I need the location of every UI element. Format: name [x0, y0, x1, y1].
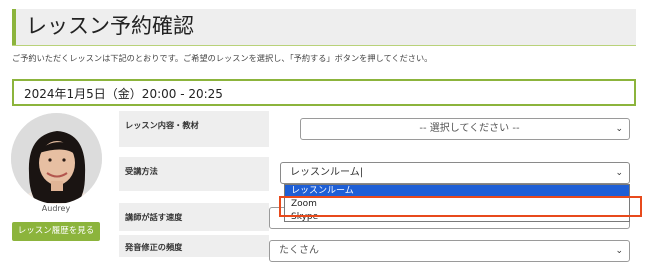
lesson-method-value: レッスンルーム	[290, 167, 360, 178]
lesson-datetime: 2024年1月5日（金）20:00 - 20:25	[24, 87, 223, 101]
lesson-content-label: レッスン内容・教材	[119, 111, 269, 147]
zoom-option-highlight	[279, 196, 642, 217]
lesson-history-button[interactable]: レッスン履歴を見る	[12, 222, 100, 241]
title-accent-bar	[12, 9, 16, 45]
intro-text: ご予約いただくレッスンは下記のとおりです。ご希望のレッスンを選択し、「予約する」…	[12, 53, 433, 63]
title-underline	[12, 45, 636, 46]
lesson-method-select[interactable]: レッスンルーム| ⌄	[280, 162, 630, 184]
speaking-speed-label: 講師が話す速度	[119, 203, 269, 231]
lesson-content-select[interactable]: -- 選択してください -- ⌄	[300, 118, 630, 140]
teacher-name: Audrey	[41, 204, 71, 213]
page-title: レッスン予約確認	[26, 14, 194, 38]
chevron-down-icon: ⌄	[615, 246, 623, 256]
teacher-avatar	[11, 113, 102, 204]
chevron-down-icon: ⌄	[615, 124, 623, 134]
chevron-down-icon: ⌄	[615, 168, 623, 178]
lesson-method-label: 受講方法	[119, 157, 269, 191]
pronunciation-frequency-select[interactable]: たくさん ⌄	[269, 240, 630, 262]
pronunciation-frequency-label: 発音修正の頻度	[119, 235, 269, 257]
lesson-datetime-box: 2024年1月5日（金）20:00 - 20:25	[12, 79, 636, 106]
teacher-photo	[11, 113, 102, 204]
lesson-content-value: -- 選択してください --	[419, 123, 520, 134]
pronunciation-frequency-value: たくさん	[279, 245, 319, 256]
